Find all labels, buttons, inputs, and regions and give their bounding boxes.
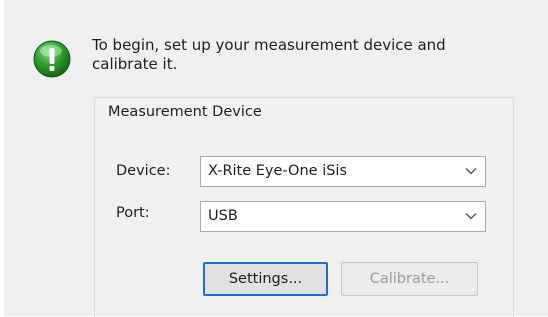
group-title: Measurement Device (108, 104, 262, 120)
settings-button[interactable]: Settings... (203, 262, 328, 296)
intro-text: To begin, set up your measurement device… (92, 36, 446, 73)
calibrate-button: Calibrate... (341, 262, 478, 296)
device-select[interactable]: X-Rite Eye-One iSis (200, 156, 486, 187)
port-label: Port: (116, 205, 150, 221)
device-label: Device: (116, 163, 171, 179)
port-select-value: USB (208, 208, 238, 224)
port-select[interactable]: USB (200, 201, 486, 232)
info-icon (33, 40, 71, 78)
chevron-down-icon (465, 168, 477, 175)
device-select-value: X-Rite Eye-One iSis (208, 163, 348, 179)
chevron-down-icon (465, 213, 477, 220)
